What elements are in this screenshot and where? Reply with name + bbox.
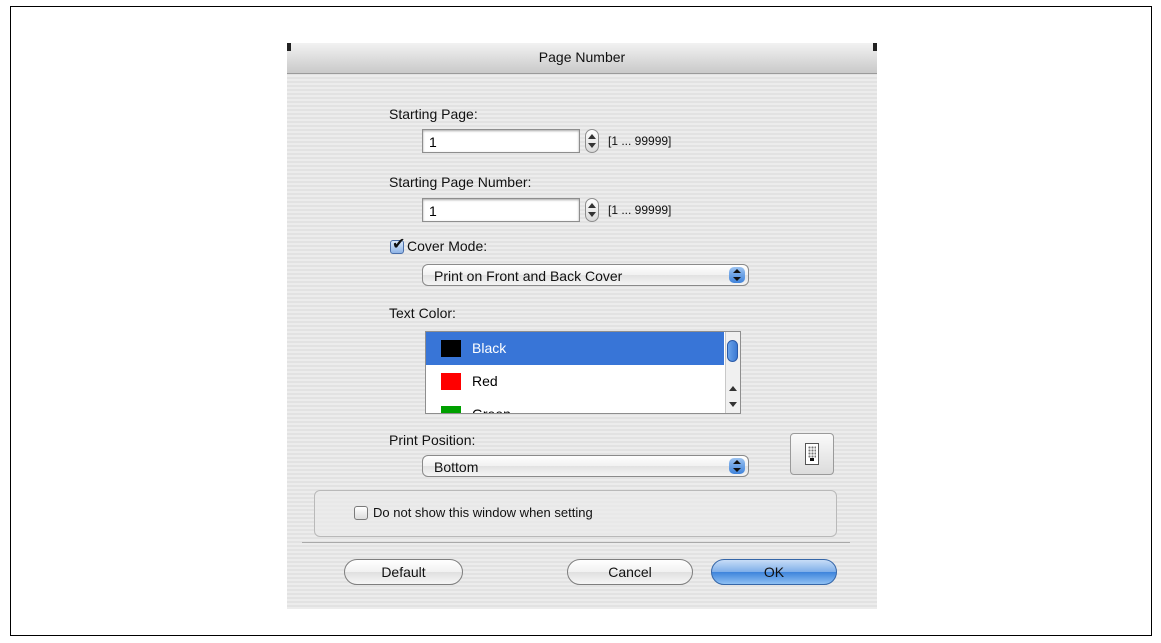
starting-page-label: Starting Page: bbox=[389, 106, 478, 122]
list-scrollbar[interactable] bbox=[725, 332, 740, 413]
cover-mode-selected: Print on Front and Back Cover bbox=[434, 268, 623, 284]
popup-arrows-icon bbox=[729, 267, 745, 283]
starting-page-stepper[interactable] bbox=[585, 129, 599, 153]
list-item-black[interactable]: Black bbox=[426, 332, 724, 365]
do-not-show-label: Do not show this window when setting bbox=[373, 505, 593, 520]
stepper-down-icon bbox=[588, 143, 596, 148]
page-layout-icon bbox=[805, 443, 819, 465]
do-not-show-checkbox[interactable] bbox=[354, 506, 368, 520]
options-group: Do not show this window when setting bbox=[314, 490, 837, 537]
ok-button[interactable]: OK bbox=[711, 559, 837, 585]
text-color-list[interactable]: Black Red Green bbox=[425, 331, 741, 414]
cancel-button[interactable]: Cancel bbox=[567, 559, 693, 585]
stepper-up-icon bbox=[588, 203, 596, 208]
checkmark-icon: ✔ bbox=[392, 236, 406, 253]
stepper-up-icon bbox=[588, 134, 596, 139]
starting-page-number-stepper[interactable] bbox=[585, 198, 599, 222]
title-bar[interactable]: Page Number bbox=[287, 43, 877, 74]
page-number-dialog: Page Number Starting Page: 1 [1 ... 9999… bbox=[287, 43, 877, 609]
color-swatch-green bbox=[441, 406, 461, 413]
default-button[interactable]: Default bbox=[344, 559, 463, 585]
list-item-label: Black bbox=[472, 340, 507, 356]
scroll-down-icon[interactable] bbox=[729, 402, 737, 407]
cover-mode-label: Cover Mode: bbox=[407, 238, 488, 254]
dialog-title: Page Number bbox=[538, 49, 626, 65]
color-swatch-black bbox=[441, 340, 461, 357]
starting-page-number-input[interactable]: 1 bbox=[422, 198, 580, 222]
popup-arrows-icon bbox=[729, 458, 745, 474]
color-swatch-red bbox=[441, 373, 461, 390]
list-item-green[interactable]: Green bbox=[426, 398, 724, 414]
print-position-selected: Bottom bbox=[434, 459, 479, 475]
list-item-red[interactable]: Red bbox=[426, 365, 724, 398]
starting-page-number-label: Starting Page Number: bbox=[389, 174, 532, 190]
stepper-down-icon bbox=[588, 212, 596, 217]
scrollbar-thumb[interactable] bbox=[727, 340, 738, 362]
cover-mode-checkbox[interactable]: ✔ bbox=[390, 236, 405, 254]
print-position-popup[interactable]: Bottom bbox=[422, 455, 749, 477]
starting-page-input[interactable]: 1 bbox=[422, 129, 580, 153]
print-position-label: Print Position: bbox=[389, 432, 476, 448]
starting-page-number-range: [1 ... 99999] bbox=[608, 203, 672, 217]
list-item-label: Green bbox=[472, 406, 511, 414]
scroll-up-icon[interactable] bbox=[729, 386, 737, 391]
list-item-label: Red bbox=[472, 373, 498, 389]
starting-page-range: [1 ... 99999] bbox=[608, 134, 672, 148]
separator bbox=[302, 542, 850, 543]
text-color-label: Text Color: bbox=[389, 305, 456, 321]
cover-mode-popup[interactable]: Print on Front and Back Cover bbox=[422, 264, 749, 286]
print-position-preview-button[interactable] bbox=[790, 433, 834, 475]
